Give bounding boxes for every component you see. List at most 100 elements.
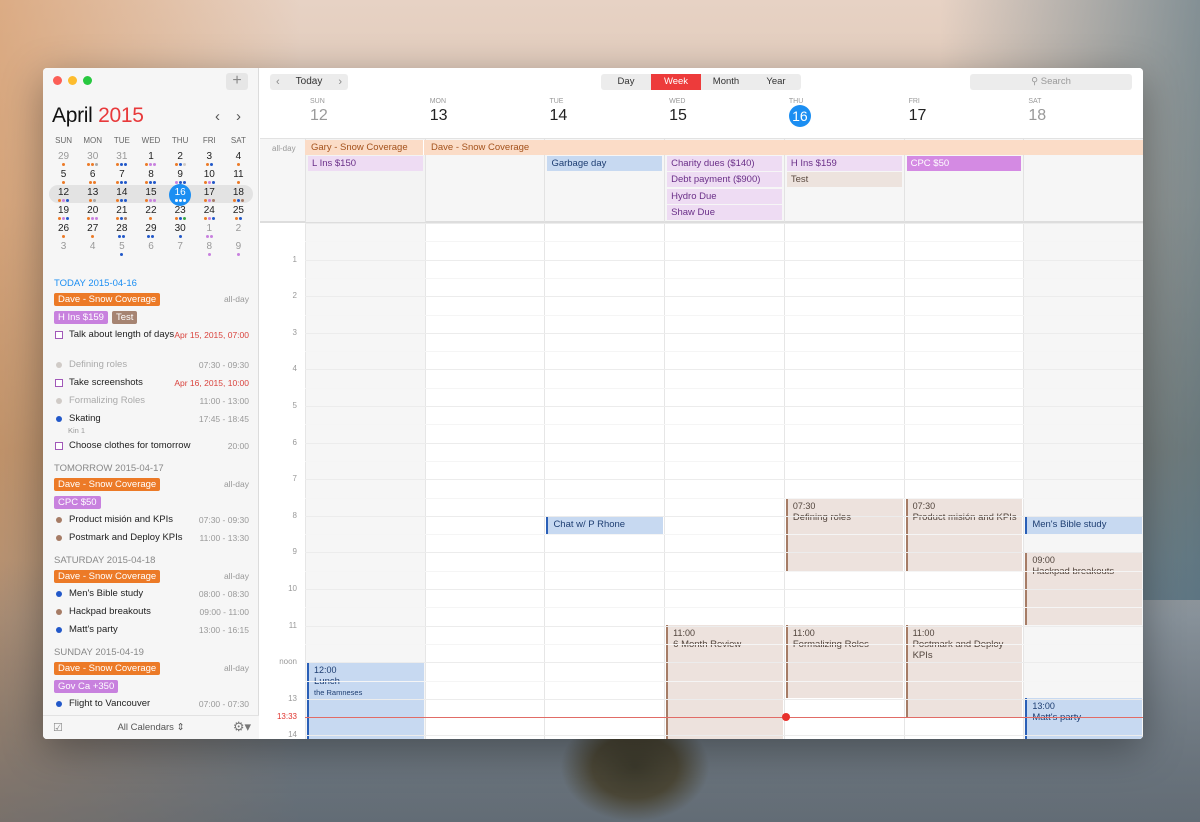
mini-calendar-day[interactable]: 5 [107,239,136,257]
mini-calendar-day[interactable]: 8 [195,239,224,257]
mini-calendar-day[interactable]: 12 [49,185,78,203]
mini-calendar-day[interactable]: 3 [195,149,224,167]
event-block[interactable]: 13:00 Matt's party [1025,698,1143,739]
day-header-tue[interactable]: TUE 14 [544,96,664,138]
agenda-pill[interactable]: Dave - Snow Coverage [54,293,161,306]
next-week-button[interactable]: › [332,74,348,90]
all-day-event[interactable]: H Ins $159 [786,156,902,171]
day-header-sat[interactable]: SAT 18 [1023,96,1143,138]
agenda-pill[interactable]: Gov Ca +350 [54,680,119,693]
tab-year[interactable]: Year [751,74,801,90]
agenda-pill[interactable]: Test [111,311,138,324]
mini-calendar-day[interactable]: 5 [49,167,78,185]
agenda-item[interactable]: Skating 17:45 - 18:45 [43,411,259,429]
mini-calendar-day[interactable]: 20 [78,203,107,221]
day-header-wed[interactable]: WED 15 [664,96,784,138]
mini-calendar-day[interactable]: 19 [49,203,78,221]
all-day-event[interactable]: CPC $50 [906,156,1022,171]
agenda-pill[interactable]: H Ins $159 [54,311,108,324]
mini-calendar-day[interactable]: 1 [136,149,165,167]
mini-calendar-day[interactable]: 6 [78,167,107,185]
all-day-event[interactable]: L Ins $150 [308,156,423,171]
prev-month-button[interactable]: ‹ [215,108,220,125]
agenda-item[interactable]: Men's Bible study 08:00 - 08:30 [43,586,259,604]
zoom-button[interactable] [83,76,92,85]
multi-day-event-gary[interactable]: Gary - Snow Coverage [306,140,424,155]
mini-calendar-day[interactable]: 2 [224,221,253,239]
today-button[interactable]: Today [286,74,333,90]
task-checkbox[interactable] [55,379,63,387]
tab-week[interactable]: Week [651,74,701,90]
task-checkbox[interactable] [55,331,63,339]
agenda-pill[interactable]: Dave - Snow Coverage [54,570,161,583]
day-header-thu[interactable]: THU 16 [784,96,904,138]
mini-calendar-day[interactable]: 17 [195,185,224,203]
mini-calendar-day[interactable]: 7 [166,239,195,257]
mini-calendar-today[interactable]: 16 [166,184,195,206]
mini-calendar-day[interactable]: 31 [107,149,136,167]
agenda-pill[interactable]: Dave - Snow Coverage [54,662,161,675]
day-header-fri[interactable]: FRI 17 [904,96,1024,138]
mini-calendar-day[interactable]: 30 [78,149,107,167]
search-input[interactable]: ⚲ Search [970,74,1132,90]
add-event-button[interactable]: + [226,73,248,90]
close-button[interactable] [53,76,62,85]
calendars-selector[interactable]: All Calendars ⇕ [43,722,259,733]
mini-calendar-day[interactable]: 14 [107,185,136,203]
mini-calendar-day[interactable]: 3 [49,239,78,257]
agenda-item[interactable]: Hackpad breakouts 09:00 - 11:00 [43,604,259,622]
all-day-event[interactable]: Garbage day [547,156,663,171]
day-header-sun[interactable]: SUN 12 [305,96,425,138]
mini-calendar-day[interactable]: 11 [224,167,253,185]
mini-calendar-day[interactable]: 26 [49,221,78,239]
mini-calendar-day[interactable]: 7 [107,167,136,185]
agenda-item[interactable]: Formalizing Roles 11:00 - 13:00 [43,393,259,411]
mini-calendar-day[interactable]: 28 [107,221,136,239]
mini-calendar-day[interactable]: 15 [136,185,165,203]
mini-calendar-day[interactable]: 8 [136,167,165,185]
all-day-event[interactable]: Hydro Due [667,189,782,204]
mini-calendar-day[interactable]: 6 [136,239,165,257]
mini-calendar-day[interactable]: 21 [107,203,136,221]
agenda-item[interactable]: Product misión and KPIs 07:30 - 09:30 [43,512,259,530]
mini-calendar-day[interactable]: 10 [195,167,224,185]
minimize-button[interactable] [68,76,77,85]
prev-week-button[interactable]: ‹ [270,74,286,90]
all-day-event[interactable]: Charity dues ($140) [667,156,782,171]
event-block[interactable]: 11:00 Postmark and Deploy KPIs [905,625,1023,717]
tab-day[interactable]: Day [601,74,651,90]
tab-month[interactable]: Month [701,74,751,90]
day-header-mon[interactable]: MON 13 [425,96,545,138]
all-day-event[interactable]: Shaw Due [667,205,782,220]
task-checkbox[interactable] [55,442,63,450]
mini-calendar-day[interactable]: 9 [224,239,253,257]
all-day-event[interactable]: Test [786,172,902,187]
agenda-item[interactable]: Choose clothes for tomorrow 20:00 [43,438,259,456]
mini-calendar-day[interactable]: 13 [78,185,107,203]
mini-calendar-day[interactable]: 30 [166,221,195,239]
event-block[interactable]: Men's Bible study [1025,516,1143,534]
agenda-pill[interactable]: Dave - Snow Coverage [54,478,161,491]
mini-calendar-day[interactable]: 29 [49,149,78,167]
mini-calendar-day[interactable]: 23 [166,203,195,221]
agenda-pill[interactable]: CPC $50 [54,496,101,509]
mini-calendar-day[interactable]: 4 [78,239,107,257]
mini-calendar-day[interactable]: 18 [224,185,253,203]
mini-calendar-day[interactable]: 9 [166,167,195,185]
mini-calendar-day[interactable]: 1 [195,221,224,239]
agenda-item[interactable]: Matt's party 13:00 - 16:15 [43,622,259,640]
next-month-button[interactable]: › [236,108,241,125]
multi-day-event-dave[interactable]: Dave - Snow Coverage [426,140,1143,155]
event-block[interactable]: Chat w/ P Rhone [546,516,664,534]
mini-calendar-day[interactable]: 4 [224,149,253,167]
mini-calendar-day[interactable]: 27 [78,221,107,239]
mini-calendar-day[interactable]: 2 [166,149,195,167]
agenda-item[interactable]: Take screenshots Apr 16, 2015, 10:00 [43,375,259,393]
agenda-item[interactable]: Defining roles 07:30 - 09:30 [43,357,259,375]
event-block[interactable]: 11:00 6 Month Review [666,625,783,739]
mini-calendar-day[interactable]: 25 [224,203,253,221]
mini-calendar-day[interactable]: 22 [136,203,165,221]
agenda-item[interactable]: Talk about length of days Apr 15, 2015, … [43,327,259,357]
agenda-item[interactable]: Flight to Vancouver 07:00 - 07:30 [43,696,259,714]
all-day-event[interactable]: Debt payment ($900) [667,172,782,187]
